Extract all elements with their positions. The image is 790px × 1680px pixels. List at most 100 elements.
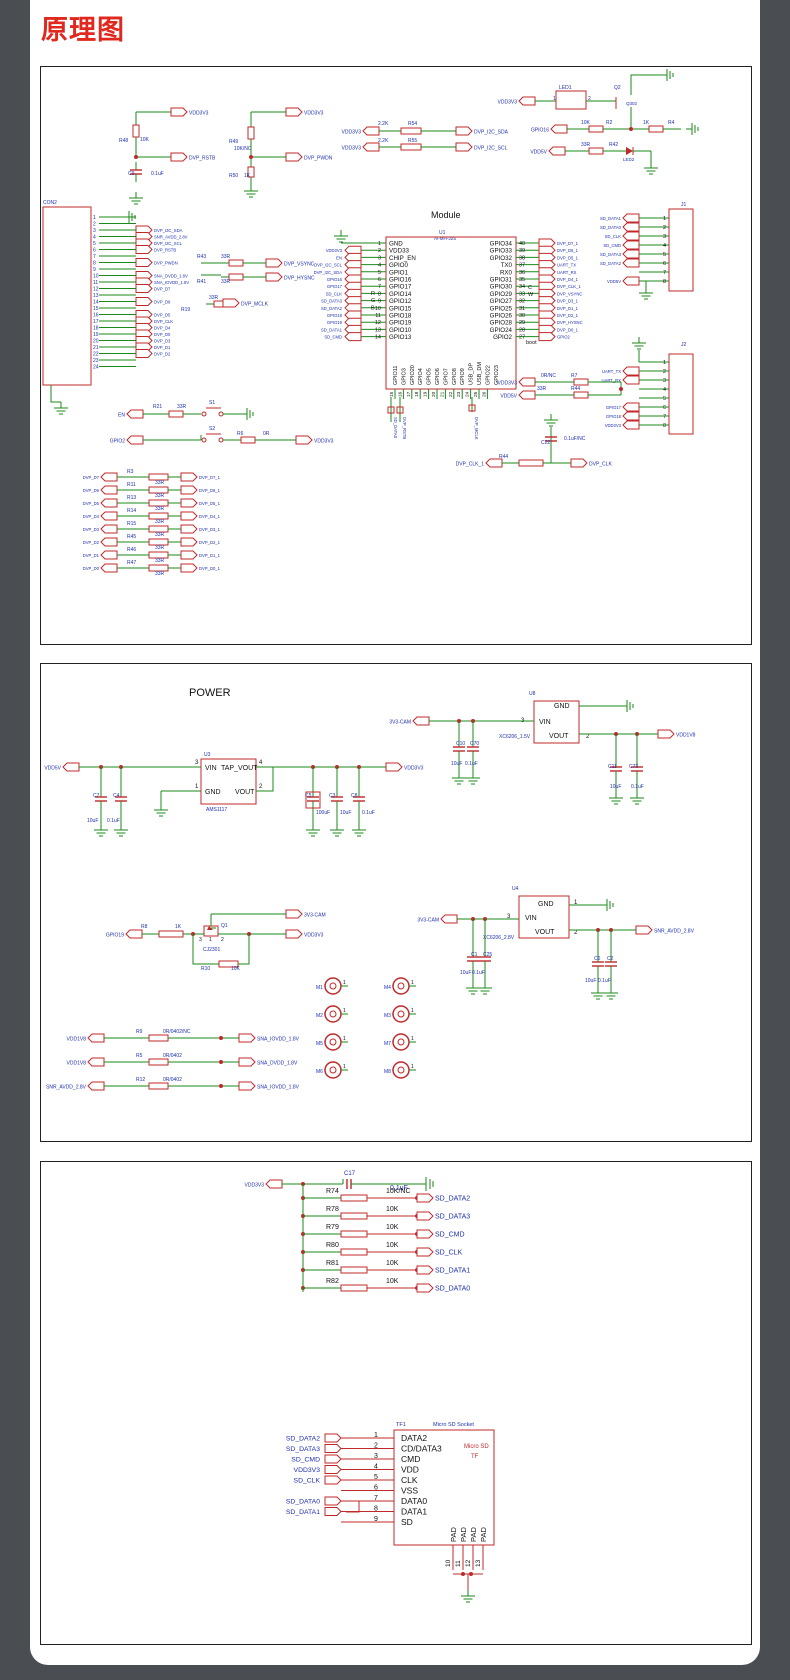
pad-label: PAD bbox=[459, 1527, 468, 1542]
label: 1K bbox=[643, 120, 650, 126]
pin-name: GPIO32 bbox=[490, 255, 513, 262]
label: R45 bbox=[127, 534, 136, 540]
net-label: VDD5V bbox=[607, 279, 621, 284]
pin-number: 32 bbox=[519, 299, 525, 305]
net-port bbox=[518, 96, 536, 106]
label: Q302 bbox=[626, 101, 638, 106]
net-label: DVP_D7 bbox=[154, 287, 171, 292]
label: 1 bbox=[411, 1036, 414, 1042]
pin-number: 3 bbox=[378, 255, 381, 261]
pin-number: 20 bbox=[93, 339, 99, 345]
label: R7 bbox=[571, 373, 578, 379]
mount-hole-inner bbox=[397, 1066, 405, 1074]
label: R5 bbox=[136, 1053, 143, 1059]
pin-name: GPIO2 bbox=[493, 334, 512, 341]
pin-name: GPIO10 bbox=[389, 327, 412, 334]
net-port bbox=[180, 472, 198, 482]
pin-name: GPIO12 bbox=[389, 298, 412, 305]
label: Micro SD Socket bbox=[433, 1422, 474, 1428]
label: Q2 bbox=[614, 85, 621, 91]
net-port bbox=[324, 1496, 342, 1506]
net-label: GPIO19 bbox=[106, 933, 124, 939]
net-label: DVP_VSYNC bbox=[557, 291, 582, 296]
net-label: SD_DATA3 bbox=[321, 299, 343, 304]
net-label: SD_DATA0 bbox=[600, 225, 622, 230]
net-label: GPIO2 bbox=[557, 335, 570, 340]
net-label: DVP_RSTB bbox=[402, 417, 407, 439]
label: 100uF bbox=[316, 810, 330, 816]
rgb-mark: G bbox=[371, 298, 375, 304]
label: 1 bbox=[343, 1036, 346, 1042]
net-label: DVP_D4 bbox=[154, 326, 171, 331]
net-port bbox=[416, 1247, 434, 1257]
pin-number: 5 bbox=[378, 270, 381, 276]
net-port bbox=[180, 498, 198, 508]
pin-name: GPIO33 bbox=[490, 248, 513, 255]
pin-number: 9 bbox=[378, 299, 381, 305]
net-label: DVP_D6_1 bbox=[199, 488, 221, 493]
net-label: SD_DATA0 bbox=[435, 1286, 470, 1293]
boot-label: boot bbox=[526, 340, 537, 346]
pin-number: 2 bbox=[663, 225, 666, 231]
net-port bbox=[135, 297, 153, 306]
pin-name: GPIO6 bbox=[435, 368, 441, 385]
cw-mark: W bbox=[528, 292, 534, 298]
resistor-symbol bbox=[168, 410, 184, 418]
pin-number: 19 bbox=[423, 391, 429, 397]
resistor-symbol bbox=[573, 391, 589, 399]
pin-name: GPIO16 bbox=[389, 277, 412, 284]
label: 10K/NC bbox=[234, 146, 252, 152]
label: S1 bbox=[209, 400, 215, 406]
pin-number: 17 bbox=[406, 391, 412, 397]
label: U3 bbox=[204, 752, 211, 758]
net-port bbox=[126, 409, 144, 419]
net-label: DVP_D4_1 bbox=[557, 277, 579, 282]
net-label: DVP_D5_1 bbox=[199, 501, 221, 506]
mount-hole-inner bbox=[329, 1010, 337, 1018]
pin-number: 3 bbox=[93, 228, 96, 234]
mount-label: M7 bbox=[384, 1041, 391, 1047]
net-label: VDD1V8 bbox=[67, 1037, 87, 1043]
label: C2 bbox=[607, 956, 614, 962]
label: R78 bbox=[326, 1206, 339, 1213]
label: 0.1uF/NC bbox=[564, 436, 586, 442]
label: XC6206_2.8V bbox=[483, 935, 515, 941]
label: R13 bbox=[127, 495, 136, 501]
net-label: SD_DATA2 bbox=[435, 1196, 470, 1203]
label: 10K/NC bbox=[386, 1188, 411, 1195]
pin-number: 8 bbox=[378, 291, 381, 297]
net-label: DVP_D2 bbox=[154, 352, 171, 357]
pin-name: GPIO31 bbox=[490, 277, 513, 284]
pin-number: 7 bbox=[663, 270, 666, 276]
net-port bbox=[455, 142, 473, 152]
pin-number: 14 bbox=[375, 335, 381, 341]
pin-number: 22 bbox=[93, 352, 99, 358]
net-label: DVP_D1_1 bbox=[199, 553, 221, 558]
label: 0.1uF bbox=[107, 818, 120, 824]
net-label: VDD3V3 bbox=[498, 100, 518, 106]
mount-label: M3 bbox=[384, 1013, 391, 1019]
pin-number: 18 bbox=[414, 391, 420, 397]
pad-label: PAD bbox=[479, 1527, 488, 1542]
net-port bbox=[100, 563, 118, 573]
net-label: DVP_D0_1 bbox=[557, 327, 579, 332]
label: 0R bbox=[263, 431, 270, 437]
net-port bbox=[416, 1283, 434, 1293]
net-port bbox=[362, 126, 380, 136]
label: 1 bbox=[343, 1008, 346, 1014]
net-port bbox=[416, 1193, 434, 1203]
net-port bbox=[285, 152, 303, 162]
label: 10K bbox=[386, 1206, 399, 1213]
net-label: GPIO18 bbox=[327, 313, 343, 318]
net-port bbox=[538, 332, 556, 342]
label: S2 bbox=[209, 426, 215, 432]
pin-number: 39 bbox=[519, 248, 525, 254]
label: R21 bbox=[153, 404, 162, 410]
pin-number: 1 bbox=[378, 241, 381, 247]
label: R15 bbox=[127, 521, 136, 527]
pin-number: 13 bbox=[375, 327, 381, 333]
label: 33R bbox=[177, 404, 187, 410]
label: R44 bbox=[499, 454, 508, 460]
net-label: DVP_I2C_SCL bbox=[314, 263, 343, 268]
pin-name: GPIO9 bbox=[460, 368, 466, 385]
